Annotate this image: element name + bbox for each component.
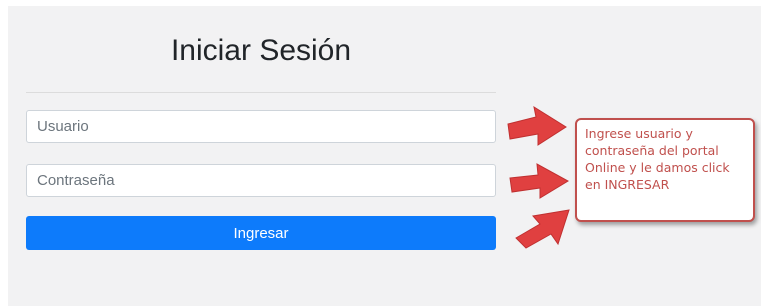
login-button[interactable]: Ingresar — [26, 216, 496, 250]
password-input[interactable] — [26, 164, 496, 197]
username-input[interactable] — [26, 110, 496, 143]
page-title: Iniciar Sesión — [170, 34, 352, 67]
title-divider — [26, 92, 496, 93]
instruction-callout: Ingrese usuario y contraseña del portal … — [575, 118, 755, 222]
